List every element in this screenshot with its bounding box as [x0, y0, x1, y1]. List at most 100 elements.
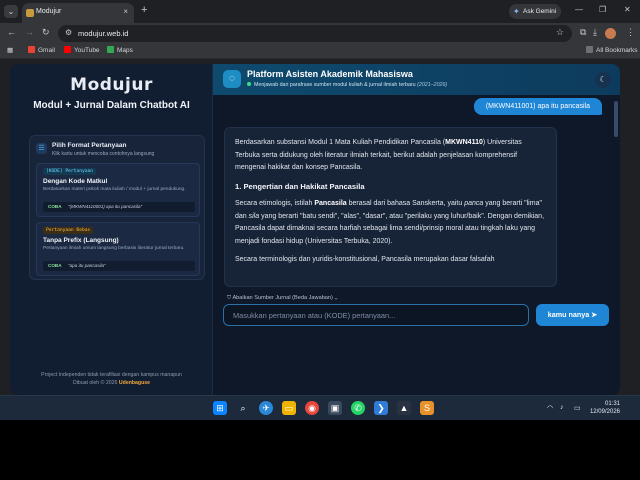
bookmark-gmail[interactable]: Gmail	[28, 46, 55, 54]
chrome-menu-icon[interactable]: ⋮	[626, 27, 635, 38]
chat-scrollbar[interactable]	[614, 97, 618, 287]
forward-arrow-icon[interactable]: →	[25, 27, 34, 37]
app-a-icon[interactable]: ▲	[397, 401, 411, 415]
clock-time: 01:31	[604, 401, 620, 407]
volume-icon[interactable]: ♪	[560, 404, 564, 411]
sublime-icon[interactable]: S	[420, 401, 434, 415]
credit-line: Dibuat oleh © 2026 Udenbaguse	[10, 380, 213, 386]
windows-taskbar: ⊞ ⌕ ✈ ▭ ◉ ▣ ✆ ❯ ▲ S ◠ ♪ ▭ 01:31 12/09/20…	[0, 395, 640, 420]
maximize-icon[interactable]: ❐	[599, 5, 606, 14]
question-input-wrapper[interactable]	[223, 304, 529, 326]
wifi-icon[interactable]: ◠	[547, 404, 553, 412]
reload-icon[interactable]: ↻	[42, 27, 50, 38]
bookmark-label: Gmail	[38, 47, 55, 54]
back-arrow-icon[interactable]: ←	[7, 27, 16, 37]
tab-search-button[interactable]: ⌄	[4, 5, 18, 18]
system-clock[interactable]: 01:31 12/09/2026	[590, 400, 620, 416]
send-button[interactable]: kamu nanya ➤	[536, 304, 609, 326]
bookmark-youtube[interactable]: YouTube	[64, 46, 100, 54]
platform-title: Platform Asisten Akademik Mahasiswa	[247, 69, 413, 79]
close-window-icon[interactable]: ✕	[624, 5, 631, 14]
bookmark-label: Maps	[117, 47, 133, 54]
theme-toggle-moon-icon[interactable]: ☾	[595, 72, 611, 88]
bookmarks-bar: ▦ Gmail YouTube Maps All Bookmarks	[0, 44, 640, 59]
ignore-journal-source-toggle[interactable]: ⛉ Abaikan Sumber Jurnal (Beda Jawaban) ⌄	[227, 295, 337, 302]
send-label: kamu nanya	[547, 310, 590, 319]
url-text[interactable]: modujur.web.id	[78, 29, 128, 38]
example-question: "(MKWN4110001) apa itu pancasila"	[68, 204, 143, 209]
address-bar[interactable]: ⚙ modujur.web.id ☆	[58, 25, 572, 42]
format-option-free[interactable]: Pertanyaan Bebas Tanpa Prefix (Langsung)…	[36, 222, 200, 276]
chat-header: ◌ Platform Asisten Akademik Mahasiswa Me…	[213, 64, 620, 95]
format-example[interactable]: COBA "apa itu pancasila"	[43, 261, 195, 271]
ask-gemini-button[interactable]: ✦ Ask Gemini	[509, 4, 561, 19]
answer-paragraph: Secara etimologis, istilah Pancasila ber…	[235, 200, 545, 245]
app-subtitle: Modul + Jurnal Dalam Chatbot AI	[33, 100, 190, 111]
maps-icon	[107, 46, 114, 53]
start-windows-icon[interactable]: ⊞	[213, 401, 227, 415]
credit-prefix: Dibuat oleh © 2026	[72, 380, 118, 386]
send-arrow-icon: ➤	[591, 310, 598, 319]
user-message-bubble: (MKWN411001) apa itu pancasila	[473, 98, 602, 115]
format-option-title: Dengan Kode Matkul	[43, 178, 108, 185]
downloads-icon[interactable]: ⤓	[593, 27, 597, 38]
bookmark-star-icon[interactable]: ☆	[556, 27, 564, 38]
format-card-subtitle: Klik kartu untuk mencoba contohnya langs…	[52, 151, 155, 157]
apps-grid-icon[interactable]: ▦	[7, 46, 13, 54]
try-badge: COBA	[48, 204, 62, 209]
question-input[interactable]	[224, 305, 528, 325]
question-format-card: ☰ Pilih Format Pertanyaan Klik kartu unt…	[29, 135, 205, 280]
file-explorer-icon[interactable]: ▭	[282, 401, 296, 415]
format-tag: [KODE] Pertanyaan	[43, 168, 97, 175]
answer-heading: 1. Pengertian dan Hakikat Pancasila	[235, 181, 365, 191]
minimize-icon[interactable]: —	[575, 5, 583, 14]
scrollbar-thumb[interactable]	[614, 101, 618, 137]
browser-tab-strip: ⌄ Modujur × + ✦ Ask Gemini — ❐ ✕	[0, 0, 640, 23]
clock-date: 12/09/2026	[589, 409, 620, 415]
telegram-icon[interactable]: ✈	[259, 401, 273, 415]
question-format-icon: ☰	[36, 143, 47, 154]
profile-avatar[interactable]	[605, 28, 616, 39]
search-icon[interactable]: ⌕	[236, 401, 250, 415]
example-question: "apa itu pancasila"	[68, 263, 106, 268]
close-tab-icon[interactable]: ×	[123, 7, 128, 16]
bookmark-label: YouTube	[74, 47, 100, 54]
browser-tab-modujur[interactable]: Modujur ×	[22, 3, 134, 23]
all-bookmarks[interactable]: All Bookmarks	[586, 46, 638, 54]
gemini-spark-icon: ✦	[513, 7, 520, 16]
disclaimer-text: Project Independen tidak terafiliasi den…	[41, 372, 182, 378]
format-option-title: Tanpa Prefix (Langsung)	[43, 237, 119, 244]
format-card-title: Pilih Format Pertanyaan	[52, 142, 127, 149]
chrome-icon[interactable]: ◉	[305, 401, 319, 415]
modujur-favicon-icon	[26, 9, 34, 17]
author-link[interactable]: Udenbaguse	[119, 380, 150, 386]
new-tab-button[interactable]: +	[141, 4, 147, 16]
whatsapp-icon[interactable]: ✆	[351, 401, 365, 415]
web-viewport: Modujur Modul + Jurnal Dalam Chatbot AI …	[0, 59, 640, 420]
vscode-icon[interactable]: ❯	[374, 401, 388, 415]
format-option-desc: Berdasarkan materi pokok mata kuliah / m…	[43, 187, 186, 192]
modujur-app: Modujur Modul + Jurnal Dalam Chatbot AI …	[10, 64, 620, 395]
ask-gemini-label: Ask Gemini	[523, 8, 557, 15]
browser-toolbar: ← → ↻ ⚙ modujur.web.id ☆ ⧉ ⤓ ⋮	[0, 23, 640, 44]
try-badge: COBA	[48, 263, 62, 268]
online-status-icon	[247, 82, 251, 86]
chat-bubble-icon: ◌	[223, 70, 241, 88]
bookmark-maps[interactable]: Maps	[107, 46, 133, 54]
format-option-with-code[interactable]: [KODE] Pertanyaan Dengan Kode Matkul Ber…	[36, 163, 200, 217]
subtitle-text: Menjawab dari parafrase sumber modul kul…	[254, 82, 416, 88]
year-range: (2021–2026)	[417, 82, 448, 88]
format-tag: Pertanyaan Bebas	[43, 227, 94, 234]
site-info-icon[interactable]: ⚙	[65, 28, 72, 37]
format-example[interactable]: COBA "(MKWN4110001) apa itu pancasila"	[43, 202, 195, 212]
platform-subtitle: Menjawab dari parafrase sumber modul kul…	[247, 82, 447, 88]
battery-icon[interactable]: ▭	[574, 404, 581, 412]
tab-title: Modujur	[36, 8, 62, 15]
store-icon[interactable]: ▣	[328, 401, 342, 415]
extensions-icon[interactable]: ⧉	[580, 27, 586, 38]
chevron-down-icon: ⌄	[332, 295, 338, 301]
source-toggle-label: Abaikan Sumber Jurnal (Beda Jawaban)	[232, 295, 333, 301]
folder-icon	[586, 46, 593, 53]
assistant-message-bubble: Berdasarkan substansi Modul 1 Mata Kulia…	[224, 127, 557, 287]
format-option-desc: Pertanyaan ilmiah umum langsung berbasis…	[43, 246, 185, 251]
